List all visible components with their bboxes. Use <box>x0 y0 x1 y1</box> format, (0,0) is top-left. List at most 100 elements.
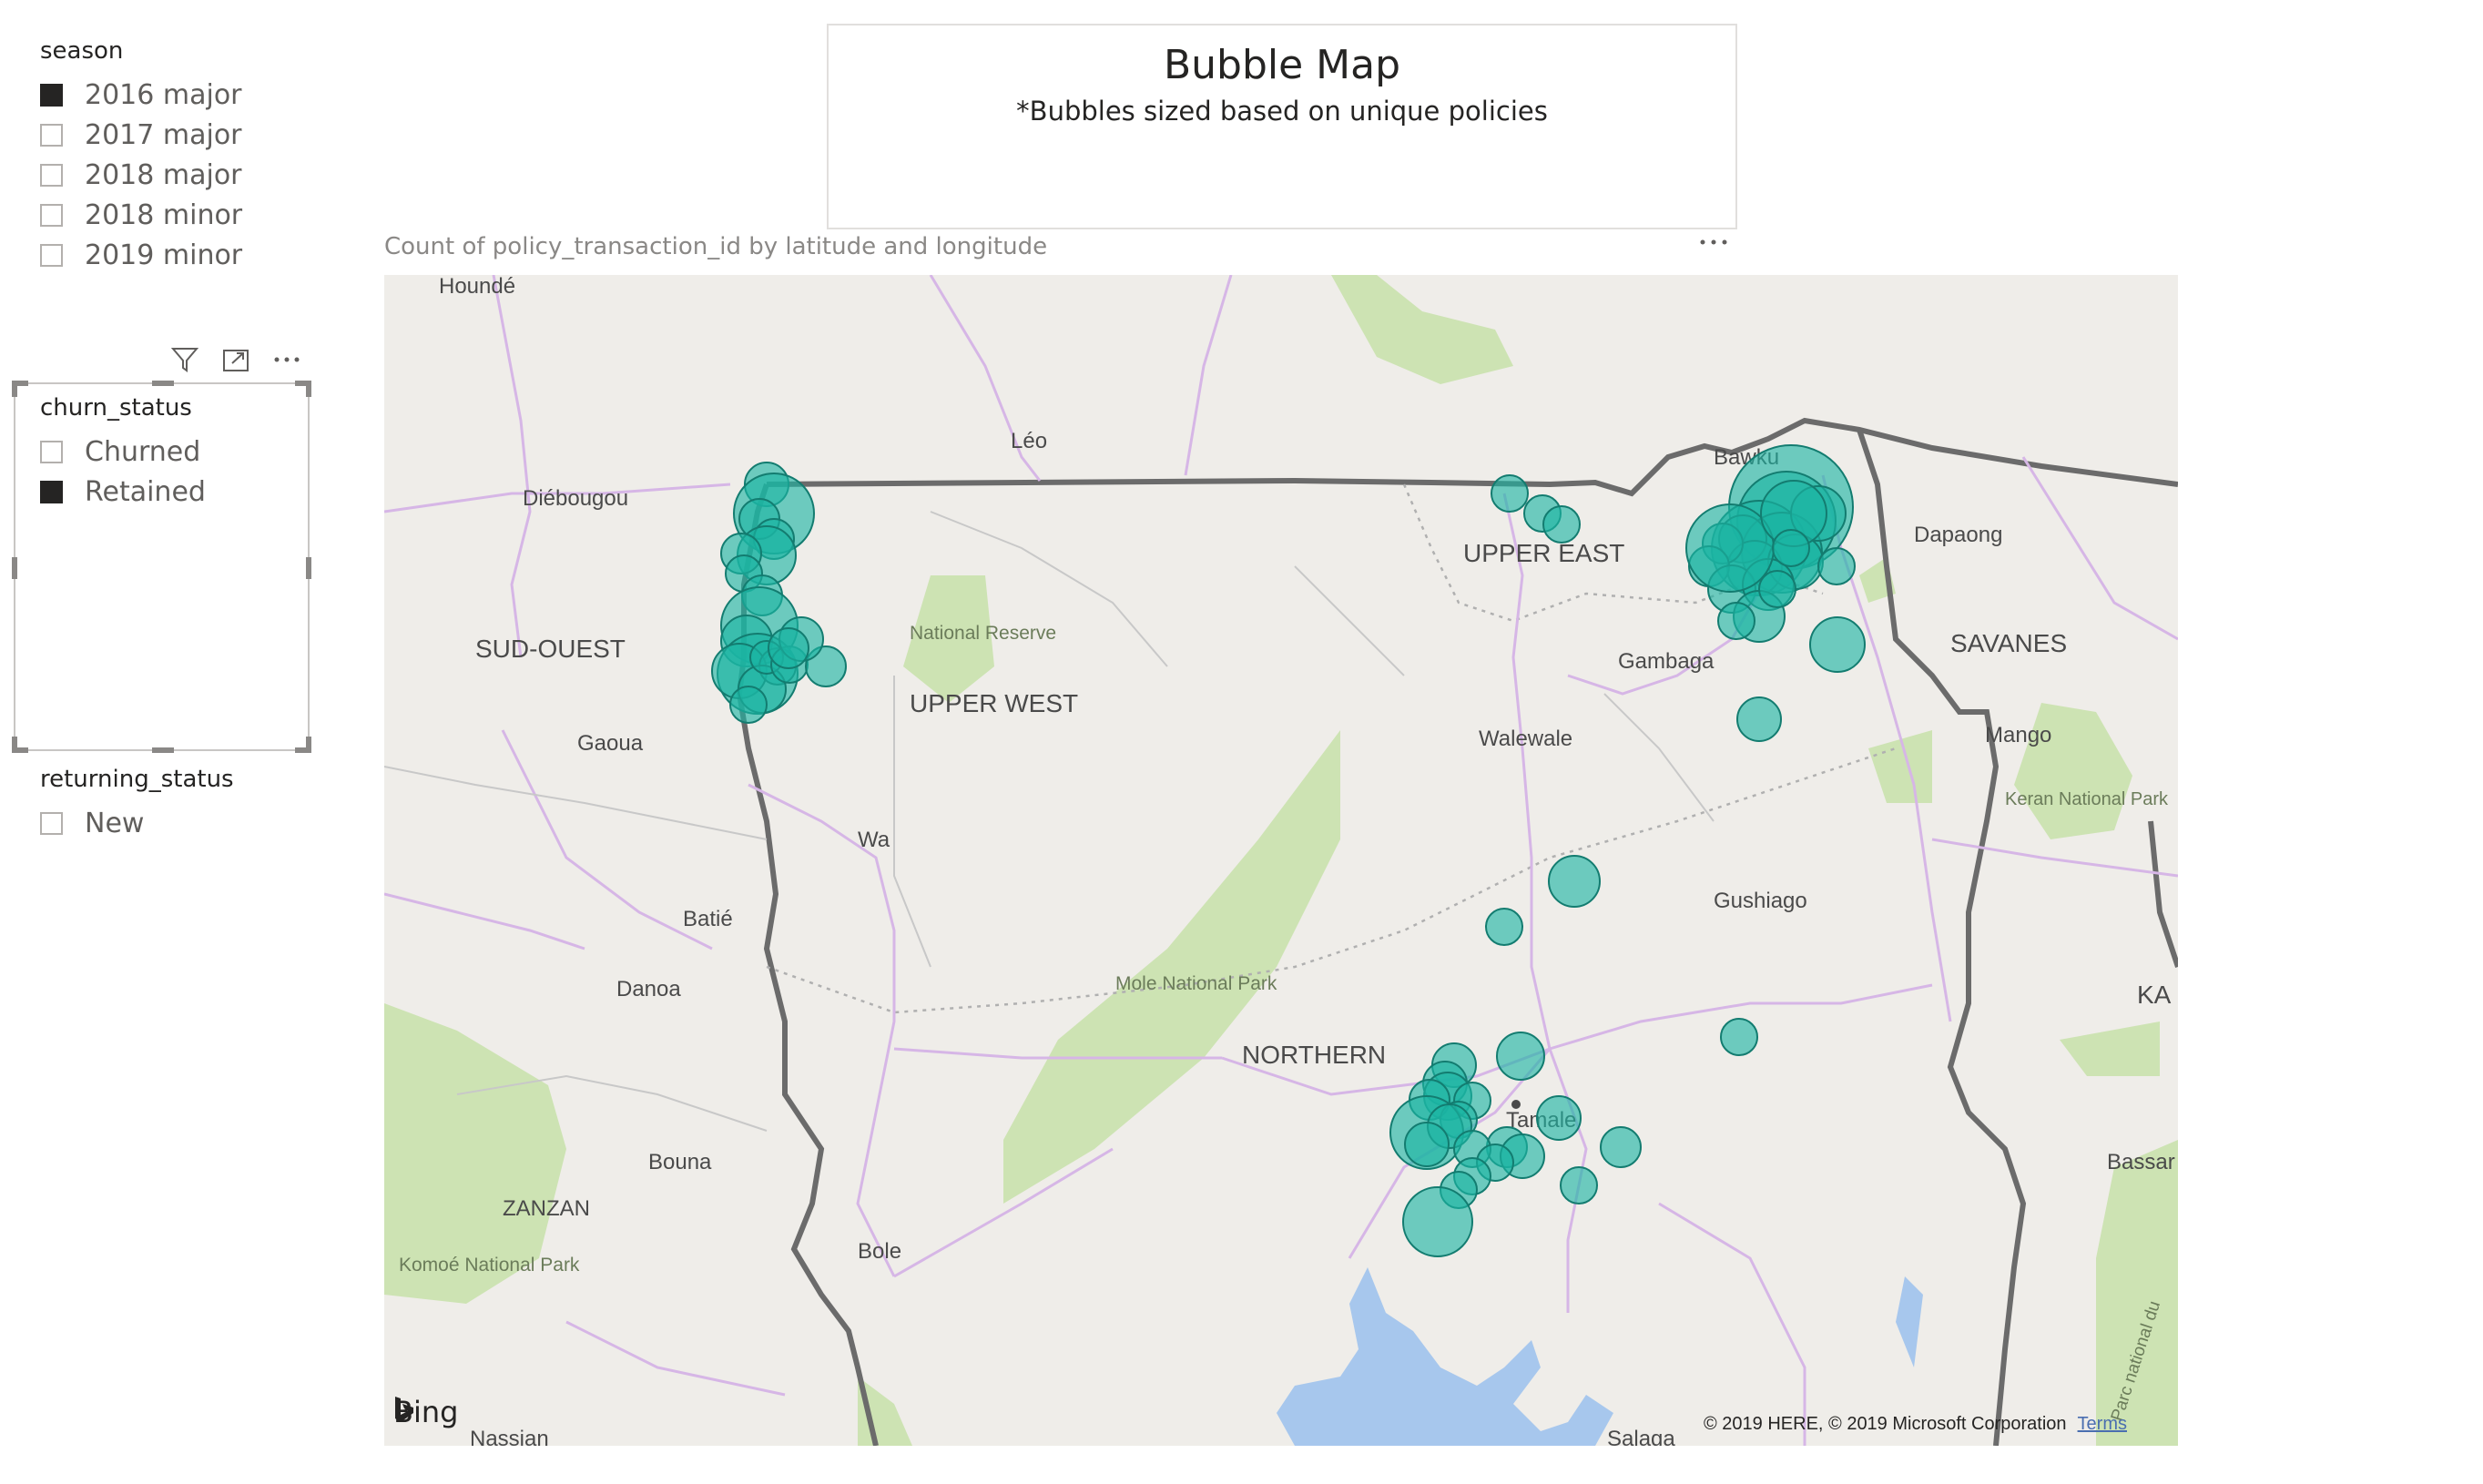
resize-handle[interactable] <box>12 737 17 753</box>
resize-handle[interactable] <box>152 747 174 753</box>
data-bubble[interactable] <box>729 686 768 724</box>
bing-logo: Bing <box>393 1395 458 1429</box>
place-label: Houndé <box>439 275 515 299</box>
data-bubble[interactable] <box>1542 505 1581 544</box>
checkbox-unchecked[interactable] <box>40 811 63 835</box>
season-option-2018-major[interactable]: 2018 major <box>40 155 242 195</box>
season-option-2019-minor[interactable]: 2019 minor <box>40 235 242 275</box>
place-label: Danoa <box>616 977 681 1001</box>
checkbox-unchecked[interactable] <box>40 440 63 463</box>
season-option-label: 2018 minor <box>85 198 243 231</box>
park-areas <box>384 275 2178 1446</box>
checkbox-checked[interactable] <box>40 83 63 107</box>
data-bubble[interactable] <box>1600 1126 1642 1168</box>
place-label: Léo <box>1011 429 1047 453</box>
region-label: SUD-OUEST <box>475 635 626 663</box>
data-bubble[interactable] <box>1817 547 1856 585</box>
more-options-icon[interactable] <box>1698 235 1729 252</box>
data-bubble[interactable] <box>1536 1095 1582 1141</box>
season-option-2018-minor[interactable]: 2018 minor <box>40 195 242 235</box>
data-bubble[interactable] <box>1560 1166 1598 1204</box>
data-bubble[interactable] <box>1809 616 1866 673</box>
filter-icon[interactable] <box>169 344 200 375</box>
resize-handle[interactable] <box>12 381 17 397</box>
report-title: Bubble Map <box>1163 42 1401 88</box>
checkbox-unchecked[interactable] <box>40 243 63 267</box>
season-slicer-title: season <box>40 37 124 65</box>
season-option-label: 2019 minor <box>85 239 243 271</box>
checkbox-checked[interactable] <box>40 480 63 503</box>
churn-option-label: Churned <box>85 435 201 468</box>
park-label: Mole National Park <box>1115 973 1277 994</box>
place-label: Bouna <box>648 1150 712 1174</box>
returning-option-label: New <box>85 807 145 839</box>
place-label: Wa <box>858 828 890 852</box>
report-subtitle: *Bubbles sized based on unique policies <box>1016 96 1548 127</box>
place-label: Diébougou <box>523 486 628 511</box>
data-bubble[interactable] <box>1717 602 1755 640</box>
place-label: Dapaong <box>1914 523 2002 547</box>
resize-handle[interactable] <box>12 557 17 579</box>
season-option-2017-major[interactable]: 2017 major <box>40 115 242 155</box>
churn-option-churned[interactable]: Churned <box>40 432 206 472</box>
place-label: Bole <box>858 1239 901 1264</box>
bubble-map[interactable]: Houndé Léo Diébougou Bawku Dapaong UPPER… <box>384 275 2178 1446</box>
place-label: Salaga <box>1607 1427 1675 1446</box>
park-label: National Reserve <box>910 623 1056 644</box>
data-bubble[interactable] <box>1548 855 1601 908</box>
returning-option-new[interactable]: New <box>40 803 234 843</box>
resize-handle[interactable] <box>306 557 311 579</box>
region-label: ZANZAN <box>503 1196 590 1221</box>
region-label: SAVANES <box>1950 629 2067 657</box>
data-bubble[interactable] <box>1402 1186 1473 1257</box>
season-option-label: 2016 major <box>85 78 242 111</box>
more-options-icon[interactable] <box>271 344 302 375</box>
data-bubble[interactable] <box>1772 529 1810 567</box>
place-label: Gushiago <box>1714 889 1807 913</box>
country-border <box>736 417 2178 1446</box>
churn-status-slicer-title: churn_status <box>40 394 192 422</box>
checkbox-unchecked[interactable] <box>40 163 63 187</box>
resize-handle[interactable] <box>152 381 174 386</box>
region-label: UPPER WEST <box>910 689 1078 717</box>
data-bubble[interactable] <box>1736 696 1782 742</box>
churn-status-slicer: churn_status Churned Retained <box>40 393 206 512</box>
map-copyright: © 2019 HERE, © 2019 Microsoft Corporatio… <box>1704 1414 2127 1435</box>
region-label: UPPER EAST <box>1463 539 1624 567</box>
checkbox-unchecked[interactable] <box>40 203 63 227</box>
region-label: NORTHERN <box>1242 1041 1386 1069</box>
data-bubble[interactable] <box>1491 474 1529 513</box>
place-label: Gaoua <box>577 731 644 756</box>
data-bubble[interactable] <box>1404 1122 1450 1167</box>
place-label: Nassian <box>470 1427 549 1446</box>
checkbox-unchecked[interactable] <box>40 123 63 147</box>
resize-handle[interactable] <box>306 737 311 753</box>
place-label: Mango <box>1985 723 2051 747</box>
place-label: Bassar <box>2107 1150 2175 1174</box>
terms-link[interactable]: Terms <box>2078 1414 2127 1434</box>
data-bubble[interactable] <box>1758 570 1796 608</box>
resize-handle[interactable] <box>306 381 311 397</box>
title-card: Bubble Map *Bubbles sized based on uniqu… <box>827 24 1737 229</box>
place-label: Batié <box>683 907 733 931</box>
returning-status-slicer: returning_status New <box>40 765 234 843</box>
churn-option-label: Retained <box>85 475 206 508</box>
season-option-label: 2017 major <box>85 118 242 151</box>
visual-header-toolbar <box>169 344 302 375</box>
data-bubble[interactable] <box>768 627 809 669</box>
data-bubble[interactable] <box>1485 908 1523 946</box>
season-option-2016-major[interactable]: 2016 major <box>40 75 242 115</box>
park-label: Komoé National Park <box>399 1255 580 1276</box>
place-label: Gambaga <box>1618 649 1715 674</box>
data-bubble[interactable] <box>1720 1018 1758 1056</box>
data-bubble[interactable] <box>1496 1032 1545 1081</box>
place-label: Walewale <box>1479 727 1572 751</box>
map-canvas[interactable]: Houndé Léo Diébougou Bawku Dapaong UPPER… <box>384 275 2178 1446</box>
copyright-text: © 2019 HERE, © 2019 Microsoft Corporatio… <box>1704 1414 2067 1434</box>
park-label: Keran National Park <box>2005 789 2169 809</box>
season-option-label: 2018 major <box>85 158 242 191</box>
focus-mode-icon[interactable] <box>220 344 251 375</box>
returning-status-slicer-title: returning_status <box>40 766 234 793</box>
map-visual-title: Count of policy_transaction_id by latitu… <box>384 233 1048 260</box>
churn-option-retained[interactable]: Retained <box>40 472 206 512</box>
